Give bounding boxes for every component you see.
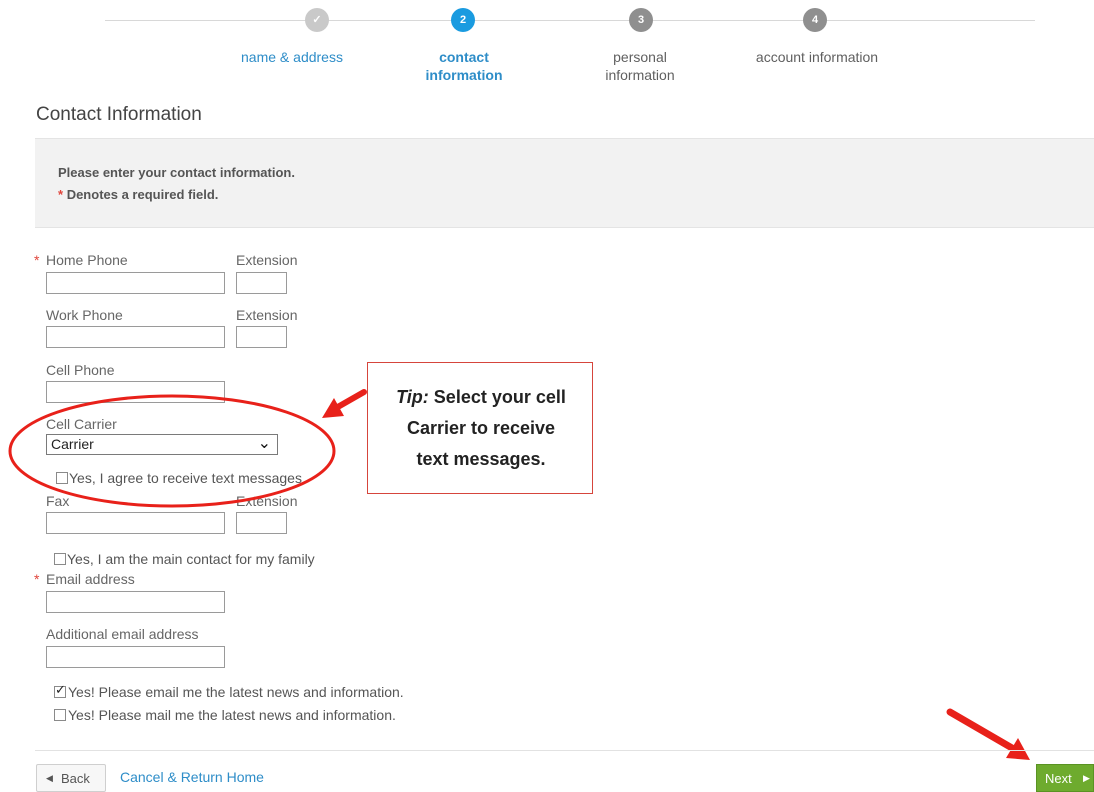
next-button[interactable]: Next ▶ bbox=[1036, 764, 1094, 792]
chevron-left-icon: ◀ bbox=[46, 773, 53, 783]
chevron-right-icon: ▶ bbox=[1083, 773, 1090, 783]
back-button[interactable]: ◀ Back bbox=[36, 764, 106, 792]
cancel-return-home-link[interactable]: Cancel & Return Home bbox=[120, 769, 264, 785]
back-button-label: Back bbox=[61, 771, 90, 786]
highlight-ellipse bbox=[8, 394, 336, 508]
arrow-to-next-icon bbox=[946, 708, 1030, 760]
annotation-overlay bbox=[8, 389, 1030, 760]
arrow-to-carrier-icon bbox=[322, 389, 367, 418]
next-button-label: Next bbox=[1045, 771, 1072, 786]
footer-divider bbox=[35, 750, 1094, 751]
